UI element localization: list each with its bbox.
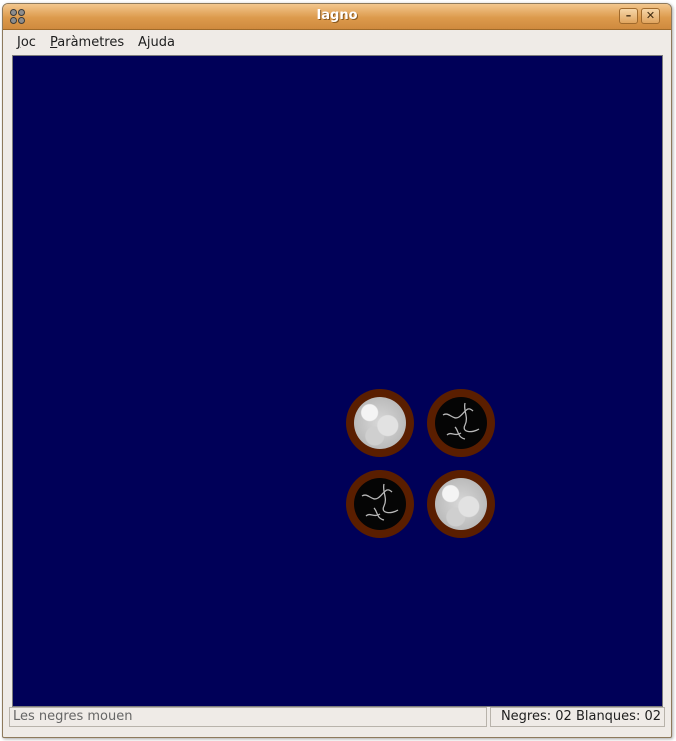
score-display: Negres: 02 Blanques: 02 [490, 707, 665, 727]
menu-joc[interactable]: Joc [17, 35, 36, 50]
board-cell[interactable] [427, 389, 495, 457]
white-piece [435, 478, 487, 530]
black-piece [435, 397, 487, 449]
close-button[interactable]: ✕ [641, 8, 660, 24]
minimize-button[interactable]: – [619, 8, 638, 24]
game-board[interactable] [12, 55, 663, 707]
status-bar: Les negres mouen Negres: 02 Blanques: 02 [9, 707, 665, 727]
black-piece [354, 478, 406, 530]
board-cell[interactable] [346, 389, 414, 457]
menu-parametres[interactable]: Paràmetres [50, 35, 124, 50]
menu-bar: Joc Paràmetres Ajuda [3, 30, 671, 54]
title-bar[interactable]: Iagno – ✕ [3, 4, 671, 30]
status-message: Les negres mouen [9, 707, 487, 727]
board-cell[interactable] [346, 470, 414, 538]
board-cell[interactable] [427, 470, 495, 538]
minimize-icon: – [625, 9, 632, 22]
menu-ajuda[interactable]: Ajuda [138, 35, 175, 50]
close-icon: ✕ [645, 9, 656, 22]
window-title: Iagno [316, 8, 358, 23]
white-piece [354, 397, 406, 449]
app-window: Iagno – ✕ Joc Paràmetres Ajuda Les negre… [2, 3, 672, 738]
